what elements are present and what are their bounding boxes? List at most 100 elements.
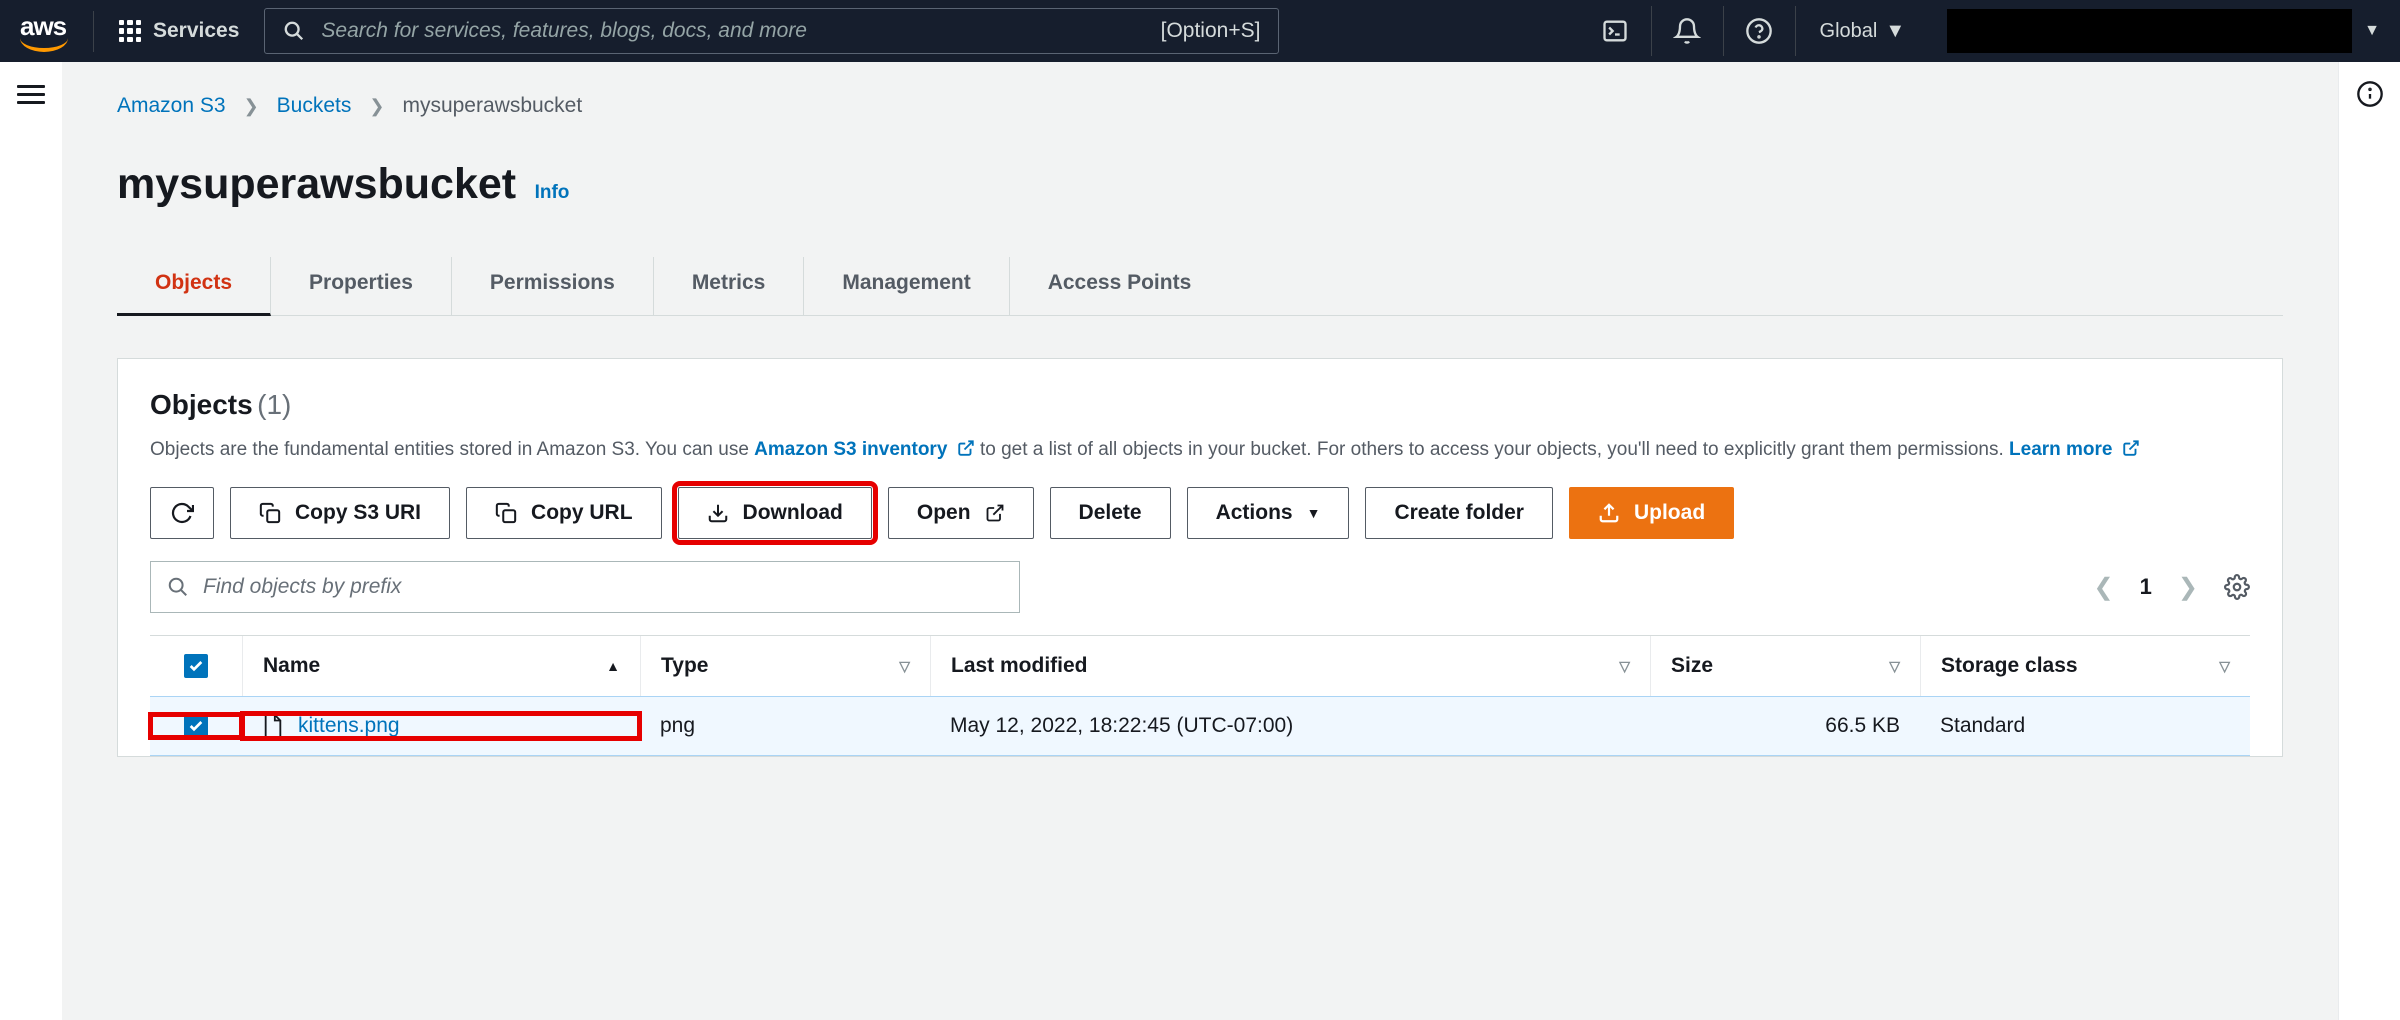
row-checkbox-cell[interactable] xyxy=(150,714,242,738)
sort-icon: ▽ xyxy=(2219,658,2230,675)
sort-icon: ▽ xyxy=(1889,658,1900,675)
tab-access-points[interactable]: Access Points xyxy=(1010,257,1230,315)
help-button[interactable] xyxy=(1723,6,1795,56)
refresh-button[interactable] xyxy=(150,487,214,539)
cloudshell-button[interactable] xyxy=(1579,6,1651,56)
bell-icon xyxy=(1673,17,1701,45)
filter-row: ❮ 1 ❯ xyxy=(150,561,2250,613)
prefix-filter[interactable] xyxy=(150,561,1020,613)
object-link[interactable]: kittens.png xyxy=(262,713,620,739)
col-storage-class[interactable]: Storage class ▽ xyxy=(1920,636,2250,696)
copy-s3-uri-button[interactable]: Copy S3 URI xyxy=(230,487,450,539)
next-page-button[interactable]: ❯ xyxy=(2178,573,2198,602)
objects-table: Name ▲ Type ▽ Last modified ▽ Size xyxy=(150,635,2250,756)
prev-page-button[interactable]: ❮ xyxy=(2094,573,2114,602)
table-row[interactable]: kittens.png png May 12, 2022, 18:22:45 (… xyxy=(150,696,2250,756)
upload-icon xyxy=(1598,502,1620,524)
checkbox-icon xyxy=(184,654,208,678)
copy-url-button[interactable]: Copy URL xyxy=(466,487,662,539)
col-last-modified[interactable]: Last modified ▽ xyxy=(930,636,1650,696)
pagination: ❮ 1 ❯ xyxy=(2094,573,2250,602)
row-name-cell: kittens.png xyxy=(242,713,640,739)
col-size[interactable]: Size ▽ xyxy=(1650,636,1920,696)
search-input[interactable] xyxy=(321,19,1144,43)
copy-icon xyxy=(495,502,517,524)
col-label: Name xyxy=(263,654,320,678)
tab-management[interactable]: Management xyxy=(804,257,1009,315)
breadcrumb: Amazon S3 ❯ Buckets ❯ mysuperawsbucket xyxy=(117,94,2283,118)
row-type-cell: png xyxy=(640,714,930,738)
col-name[interactable]: Name ▲ xyxy=(242,636,640,696)
actions-dropdown[interactable]: Actions ▼ xyxy=(1187,487,1350,539)
open-button[interactable]: Open xyxy=(888,487,1034,539)
button-label: Open xyxy=(917,501,971,525)
object-count: (1) xyxy=(257,389,291,420)
aws-logo[interactable]: aws xyxy=(20,11,94,52)
services-menu[interactable]: Services xyxy=(119,19,239,43)
col-label: Storage class xyxy=(1941,654,2078,678)
main-content: Amazon S3 ❯ Buckets ❯ mysuperawsbucket m… xyxy=(62,62,2338,1020)
sort-asc-icon: ▲ xyxy=(606,658,620,674)
prefix-filter-input[interactable] xyxy=(203,575,1003,599)
page-title: mysuperawsbucket xyxy=(117,160,516,209)
objects-panel: Objects (1) Objects are the fundamental … xyxy=(117,358,2283,757)
upload-button[interactable]: Upload xyxy=(1569,487,1734,539)
s3-inventory-link[interactable]: Amazon S3 inventory xyxy=(754,439,975,460)
external-link-icon xyxy=(2122,439,2140,457)
sort-icon: ▽ xyxy=(1619,658,1630,675)
services-label: Services xyxy=(153,19,239,43)
object-toolbar: Copy S3 URI Copy URL Download Open xyxy=(150,487,2250,539)
caret-down-icon: ▼ xyxy=(1885,20,1905,43)
checkbox-icon xyxy=(184,714,208,738)
select-all-header[interactable] xyxy=(150,636,242,696)
col-label: Last modified xyxy=(951,654,1088,678)
breadcrumb-buckets[interactable]: Buckets xyxy=(277,94,352,118)
grid-icon xyxy=(119,20,141,42)
cloudshell-icon xyxy=(1601,17,1629,45)
global-search[interactable]: [Option+S] xyxy=(264,8,1279,54)
tab-objects[interactable]: Objects xyxy=(117,257,271,316)
breadcrumb-root[interactable]: Amazon S3 xyxy=(117,94,226,118)
delete-button[interactable]: Delete xyxy=(1050,487,1171,539)
table-settings-button[interactable] xyxy=(2224,574,2250,600)
search-shortcut-hint: [Option+S] xyxy=(1161,19,1261,43)
tab-permissions[interactable]: Permissions xyxy=(452,257,654,315)
chevron-right-icon: ❯ xyxy=(244,96,259,117)
account-caret-icon[interactable]: ▼ xyxy=(2364,22,2380,40)
external-link-icon xyxy=(957,439,975,457)
button-label: Create folder xyxy=(1394,501,1524,525)
button-label: Download xyxy=(743,501,843,525)
chevron-right-icon: ❯ xyxy=(369,96,384,117)
button-label: Copy S3 URI xyxy=(295,501,421,525)
learn-more-link[interactable]: Learn more xyxy=(2009,439,2140,460)
tab-properties[interactable]: Properties xyxy=(271,257,452,315)
file-icon xyxy=(262,713,284,739)
info-link[interactable]: Info xyxy=(535,182,570,203)
button-label: Delete xyxy=(1079,501,1142,525)
col-type[interactable]: Type ▽ xyxy=(640,636,930,696)
sort-icon: ▽ xyxy=(899,658,910,675)
col-label: Type xyxy=(661,654,708,678)
col-label: Size xyxy=(1671,654,1713,678)
notifications-button[interactable] xyxy=(1651,6,1723,56)
breadcrumb-current: mysuperawsbucket xyxy=(402,94,582,118)
download-button[interactable]: Download xyxy=(678,487,872,539)
hamburger-icon xyxy=(17,85,45,104)
object-name: kittens.png xyxy=(298,714,400,738)
top-nav-right: Global ▼ ▼ xyxy=(1579,6,2380,56)
desc-text: to get a list of all objects in your buc… xyxy=(980,439,2009,460)
row-storage-class-cell: Standard xyxy=(1920,714,2250,738)
tabs: Objects Properties Permissions Metrics M… xyxy=(117,257,2283,316)
search-icon xyxy=(283,20,305,42)
region-selector[interactable]: Global ▼ xyxy=(1795,6,1930,56)
tab-metrics[interactable]: Metrics xyxy=(654,257,805,315)
caret-down-icon: ▼ xyxy=(1307,505,1321,521)
sidebar-toggle[interactable] xyxy=(17,80,45,1020)
button-label: Actions xyxy=(1216,501,1293,525)
create-folder-button[interactable]: Create folder xyxy=(1365,487,1553,539)
app-shell: Amazon S3 ❯ Buckets ❯ mysuperawsbucket m… xyxy=(0,62,2400,1020)
left-rail xyxy=(0,62,62,1020)
button-label: Copy URL xyxy=(531,501,633,525)
info-panel-toggle[interactable] xyxy=(2356,80,2384,1020)
account-menu[interactable] xyxy=(1947,9,2352,53)
